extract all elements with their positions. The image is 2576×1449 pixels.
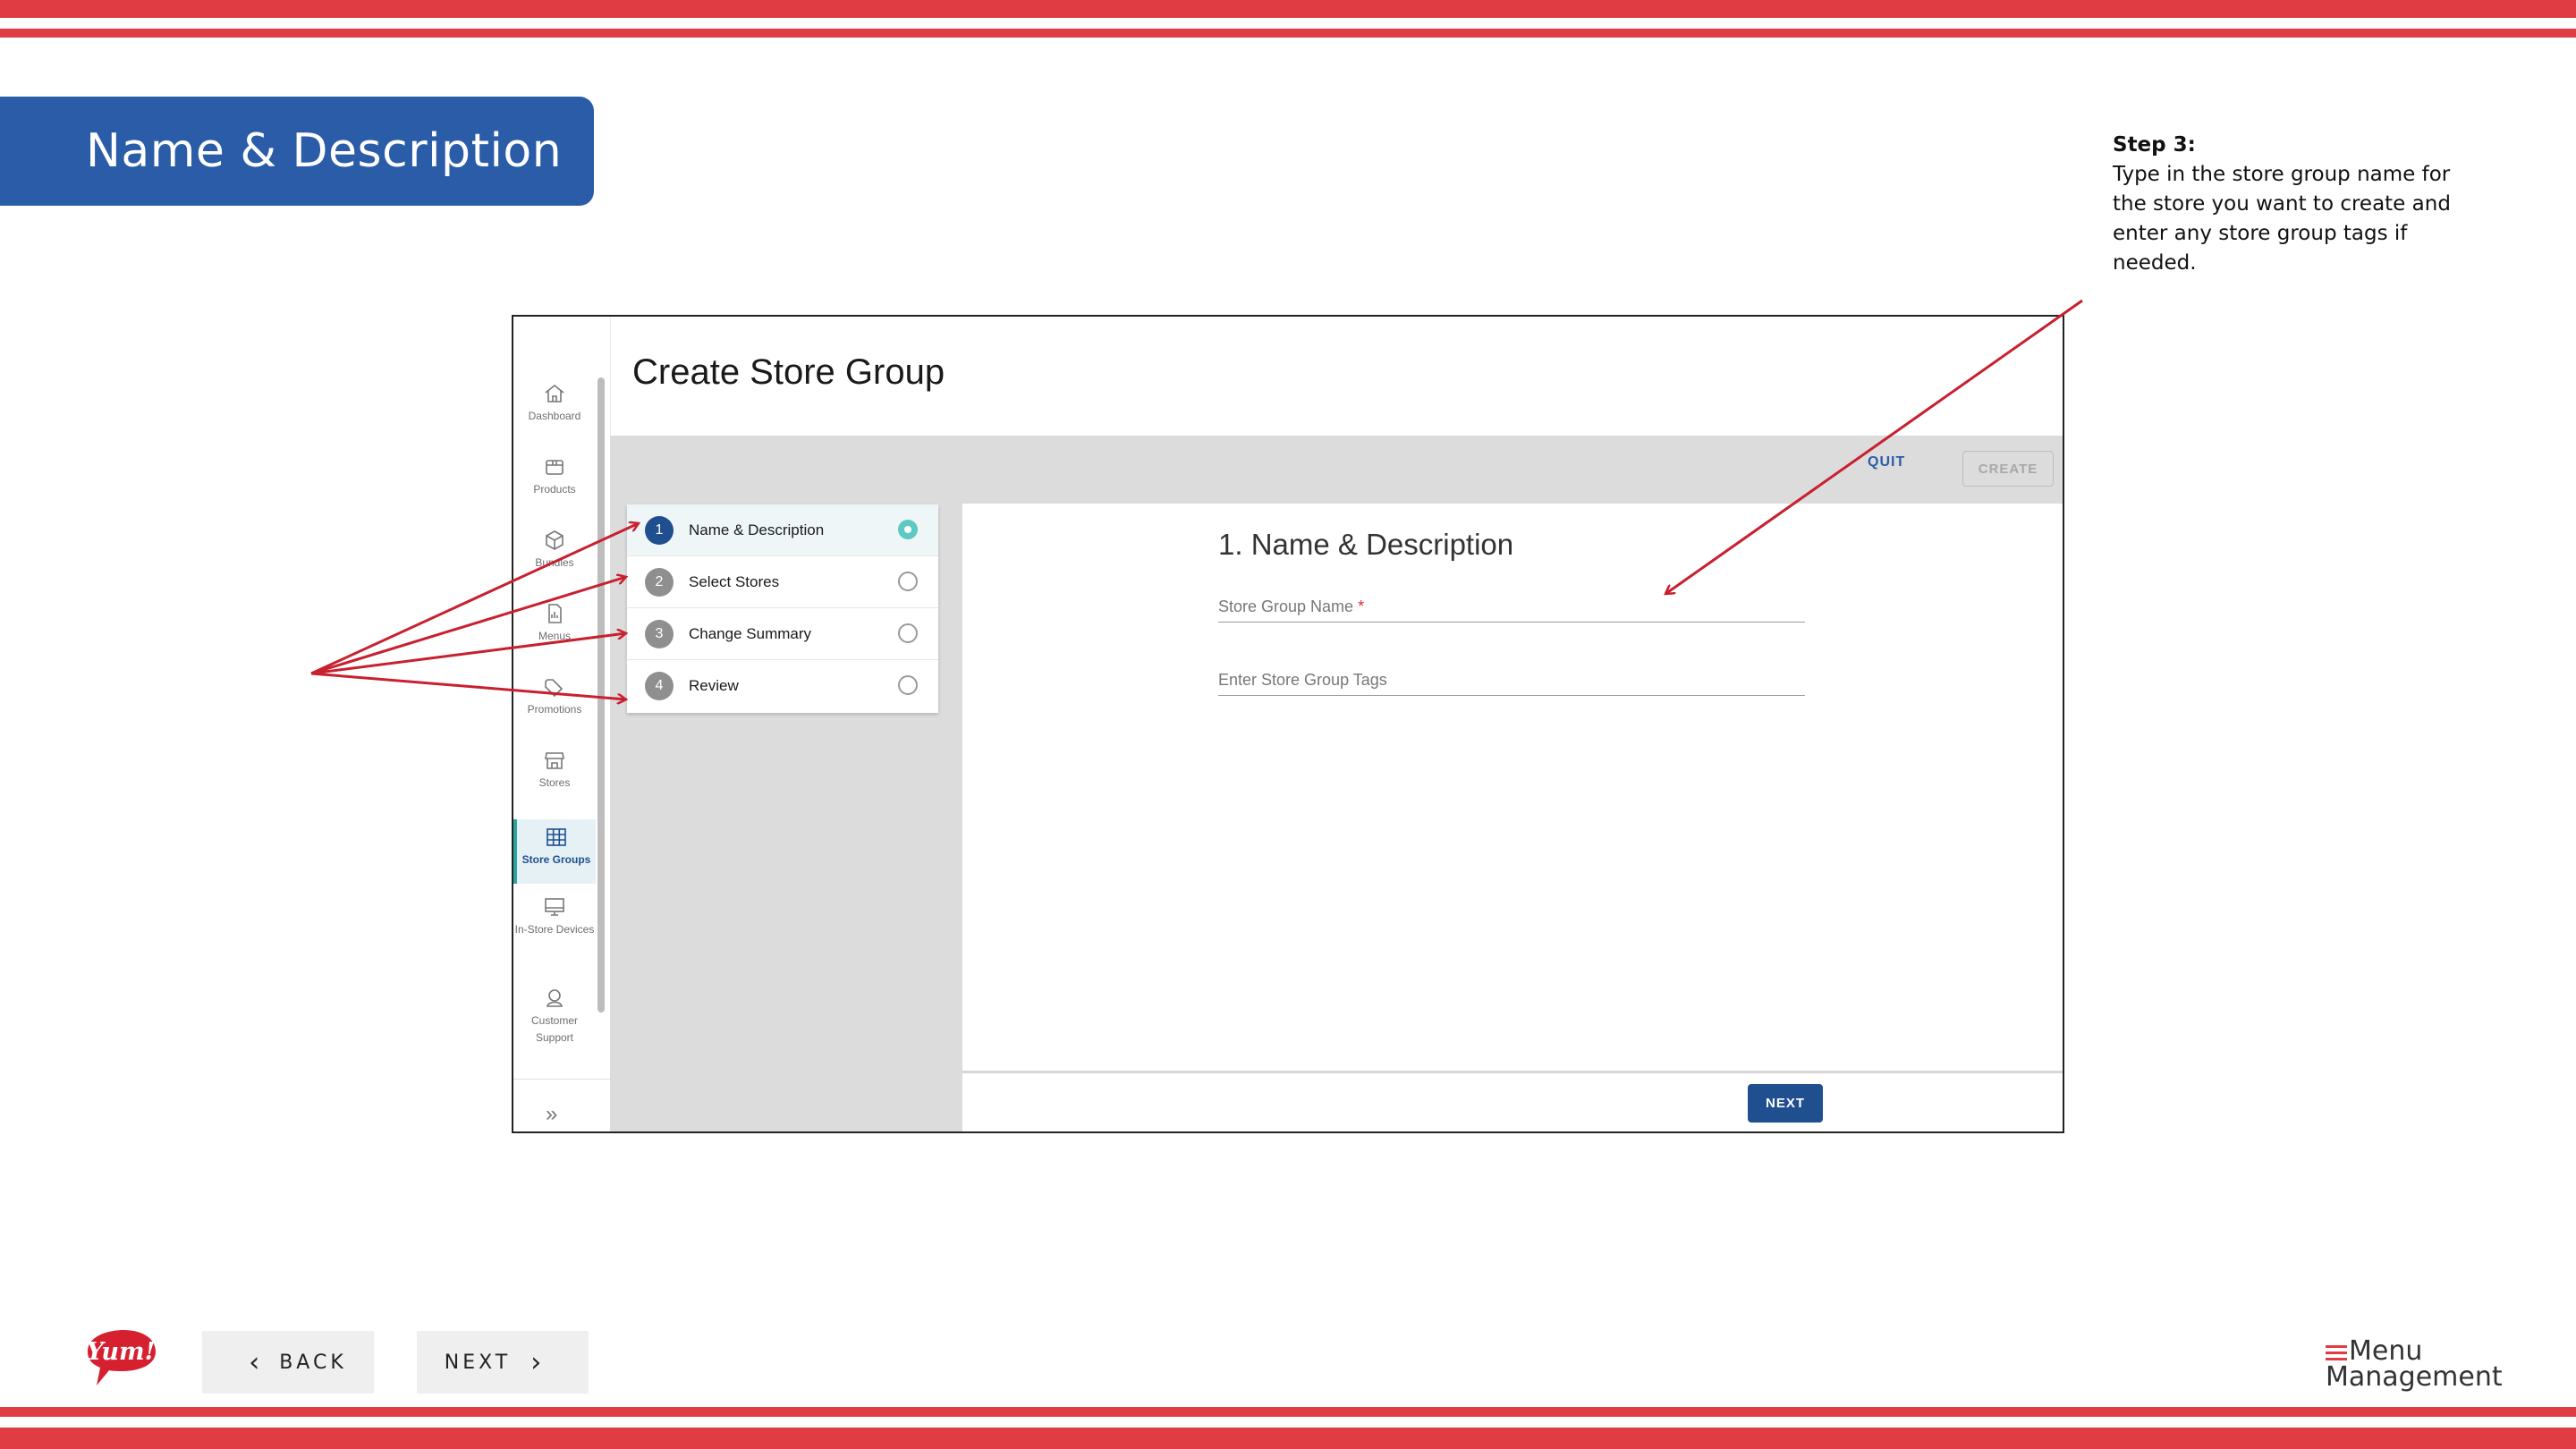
- step-review[interactable]: 4 Review: [627, 660, 938, 712]
- step-number: 2: [645, 568, 674, 597]
- step-select-stores[interactable]: 2 Select Stores: [627, 556, 938, 608]
- box-icon: [546, 460, 564, 475]
- action-toolbar: [610, 436, 2063, 504]
- document-icon: [548, 604, 562, 623]
- next-button[interactable]: NEXT ›: [417, 1331, 589, 1394]
- step-heading: Step 3:: [2113, 133, 2196, 157]
- next-label: NEXT: [444, 1351, 512, 1374]
- slide-title: Name & Description: [0, 97, 594, 206]
- storefront-icon: [545, 752, 564, 769]
- create-button[interactable]: CREATE: [1962, 451, 2054, 487]
- step-status-radio: [898, 520, 918, 539]
- side-nav: Dashboard Products Bundles Menus Promoti…: [513, 317, 611, 1131]
- step-status-radio: [898, 675, 918, 695]
- step-label: Change Summary: [689, 625, 812, 642]
- menu-management-logo: Menu Management: [2326, 1335, 2503, 1393]
- form-footer-divider: [962, 1071, 2063, 1073]
- form-title: 1. Name & Description: [1218, 528, 1514, 561]
- store-group-tags-field[interactable]: Enter Store Group Tags: [1218, 671, 1805, 696]
- page-title: Create Store Group: [632, 352, 945, 392]
- bottom-stripe-thick: [0, 1428, 2576, 1449]
- step-number: 1: [645, 516, 674, 545]
- expand-nav-icon[interactable]: »: [546, 1102, 557, 1127]
- step-status-radio: [898, 572, 918, 591]
- step-number: 4: [645, 672, 674, 700]
- step-label: Name & Description: [689, 521, 825, 538]
- wizard-next-button[interactable]: NEXT: [1748, 1084, 1823, 1123]
- top-stripe-thick: [0, 0, 2576, 18]
- app-screenshot: Dashboard Products Bundles Menus Promoti…: [512, 315, 2064, 1133]
- grid-icon: [547, 828, 566, 846]
- nav-scrollbar[interactable]: [597, 377, 605, 1013]
- store-group-name-placeholder: Store Group Name: [1218, 597, 1354, 615]
- step-number: 3: [645, 620, 674, 648]
- quit-button[interactable]: QUIT: [1868, 454, 1905, 470]
- step-body: Type in the store group name for the sto…: [2113, 163, 2451, 275]
- nav-item-menus[interactable]: Menus: [513, 603, 596, 645]
- step-instructions: Step 3: Type in the store group name for…: [2113, 131, 2453, 278]
- svg-text:Yum!: Yum!: [87, 1338, 156, 1366]
- yum-logo: Yum!: [82, 1326, 159, 1394]
- nav-item-in-store-devices[interactable]: In-Store Devices: [513, 896, 596, 938]
- headset-icon: [547, 989, 563, 1007]
- chevron-left-icon: ‹: [249, 1346, 260, 1378]
- chevron-right-icon: ›: [530, 1346, 542, 1378]
- store-group-tags-placeholder: Enter Store Group Tags: [1218, 671, 1387, 689]
- step-status-radio: [898, 623, 918, 643]
- nav-item-stores[interactable]: Stores: [513, 750, 596, 792]
- step-change-summary[interactable]: 3 Change Summary: [627, 608, 938, 660]
- cube-icon: [546, 530, 564, 550]
- monitor-icon: [545, 898, 564, 916]
- top-stripe-thin: [0, 29, 2576, 38]
- nav-item-bundles[interactable]: Bundles: [513, 530, 596, 572]
- nav-item-products[interactable]: Products: [513, 456, 596, 498]
- step-label: Review: [689, 677, 739, 694]
- step-name-description[interactable]: 1 Name & Description: [627, 504, 938, 556]
- nav-item-store-groups[interactable]: Store Groups: [513, 819, 596, 884]
- back-button[interactable]: ‹ BACK: [202, 1331, 374, 1394]
- nav-divider: [513, 1079, 610, 1080]
- nav-item-dashboard[interactable]: Dashboard: [513, 383, 596, 425]
- bottom-stripe-thin: [0, 1407, 2576, 1417]
- nav-item-customer-support[interactable]: Customer Support: [513, 987, 596, 1046]
- home-icon: [545, 384, 564, 402]
- nav-item-promotions[interactable]: Promotions: [513, 676, 596, 718]
- wizard-stepper: 1 Name & Description 2 Select Stores 3 C…: [627, 504, 938, 713]
- store-group-name-field[interactable]: Store Group Name *: [1218, 597, 1805, 623]
- tag-icon: [545, 679, 564, 698]
- step-label: Select Stores: [689, 573, 780, 590]
- back-label: BACK: [279, 1351, 347, 1374]
- required-marker: *: [1358, 597, 1365, 615]
